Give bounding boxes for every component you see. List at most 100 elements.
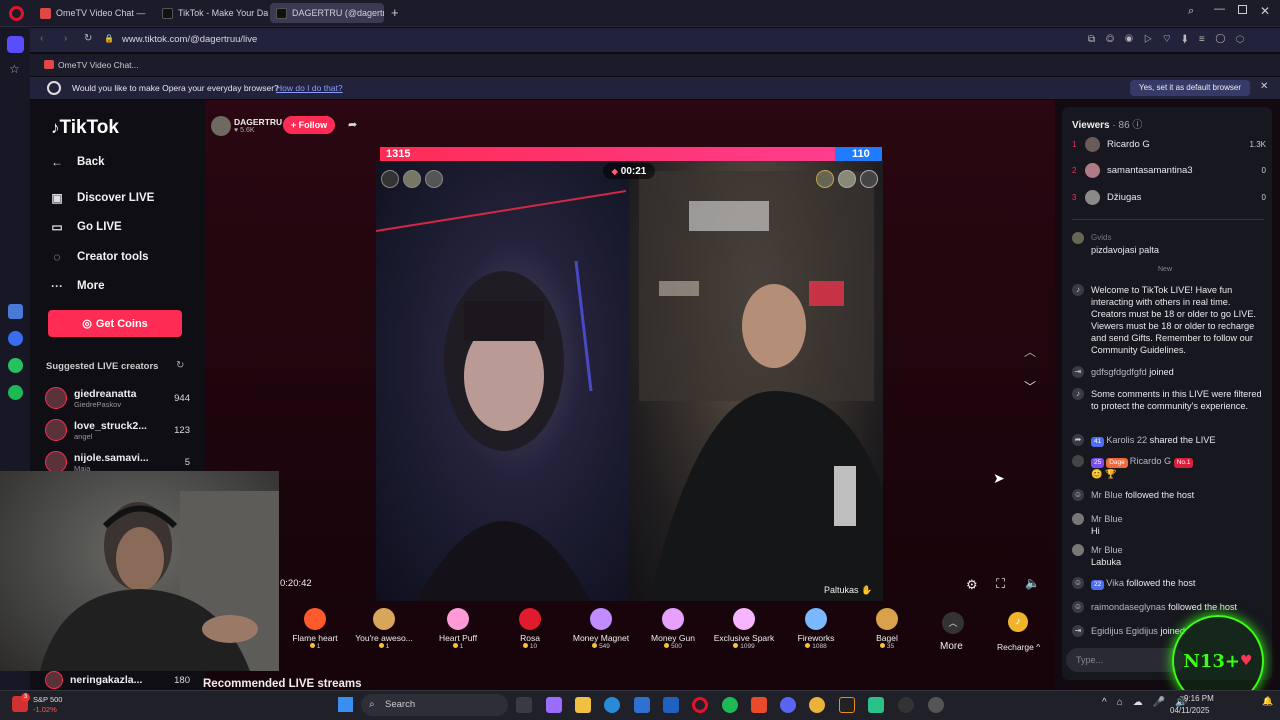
viewer-row[interactable]: 2 samantasamantina3 0 bbox=[1072, 159, 1266, 181]
close-infobar-icon[interactable]: ✕ bbox=[1260, 81, 1268, 92]
tiktok-logo[interactable]: ♪TikTok bbox=[51, 117, 119, 139]
whatsapp-icon[interactable] bbox=[8, 358, 23, 373]
app-icon[interactable] bbox=[839, 697, 855, 713]
taskbar-search[interactable]: ⌕ Search bbox=[361, 694, 508, 716]
nav-creator-tools[interactable]: ◌ Creator tools bbox=[50, 250, 148, 264]
fullscreen-icon[interactable]: ⛶ bbox=[996, 576, 1005, 592]
aria-icon[interactable] bbox=[8, 304, 23, 319]
spotify-taskbar-icon[interactable] bbox=[722, 697, 738, 713]
chat-user[interactable]: Egidijus Egidijus bbox=[1091, 626, 1158, 636]
supporter-avatar[interactable] bbox=[838, 170, 856, 188]
tab-tiktok[interactable]: TikTok - Make Your Day bbox=[156, 3, 268, 23]
close-window-icon[interactable]: ✕ bbox=[1260, 4, 1270, 18]
viewer-row[interactable]: 1 Ricardo G 1.3K bbox=[1072, 133, 1266, 155]
tab-dagertru[interactable]: DAGERTRU (@dagertr… bbox=[270, 3, 384, 23]
host-avatar[interactable] bbox=[211, 116, 231, 136]
suggested-creator[interactable]: neringakazla... 180 bbox=[45, 670, 190, 690]
settings-icon[interactable] bbox=[928, 697, 944, 713]
gift-heart-puff[interactable]: Heart Puff 1 bbox=[424, 608, 492, 650]
chat-user[interactable]: Vika bbox=[1106, 578, 1124, 588]
search-tabs-icon[interactable]: ⌕ bbox=[1188, 5, 1194, 18]
nav-more[interactable]: ··· More bbox=[50, 279, 104, 293]
windows-start-icon[interactable] bbox=[338, 697, 353, 712]
previous-stream-icon[interactable]: ︿ bbox=[1024, 343, 1036, 360]
spotify-icon[interactable] bbox=[8, 385, 23, 400]
home-icon[interactable] bbox=[7, 36, 24, 53]
gift-youre-awesome[interactable]: You're aweso... 1 bbox=[350, 608, 418, 650]
back-button[interactable]: ← Back bbox=[50, 155, 105, 169]
reload-icon[interactable]: ↻ bbox=[84, 33, 92, 44]
suggested-creator[interactable]: love_struck2... angel 123 bbox=[45, 415, 190, 445]
supporter-avatar[interactable] bbox=[403, 170, 421, 188]
opera-taskbar-icon[interactable] bbox=[692, 697, 708, 713]
chat-input[interactable]: Type... bbox=[1066, 648, 1186, 672]
host-name[interactable]: DAGERTRU bbox=[234, 117, 282, 127]
opera-gx-icon[interactable] bbox=[751, 697, 767, 713]
next-stream-icon[interactable]: ﹀ bbox=[1024, 378, 1036, 395]
more-gifts-label[interactable]: More bbox=[940, 641, 963, 652]
share-icon[interactable]: ➦ bbox=[348, 118, 357, 131]
gift-fireworks[interactable]: Fireworks 1088 bbox=[782, 608, 850, 650]
refresh-icon[interactable]: ↻ bbox=[176, 360, 184, 371]
bookmark-ometv[interactable]: OmeTV Video Chat... bbox=[58, 60, 139, 70]
messenger-icon[interactable] bbox=[8, 331, 23, 346]
forward-arrow-icon[interactable]: › bbox=[64, 33, 67, 44]
gift-bagel[interactable]: Bagel 35 bbox=[853, 608, 921, 650]
chat-user[interactable]: Mr Blue bbox=[1091, 490, 1123, 500]
viewer-row[interactable]: 3 Džiugas 0 bbox=[1072, 186, 1266, 208]
notification-icon[interactable]: 🔔 bbox=[1262, 696, 1273, 707]
chat-user[interactable]: Gvids bbox=[1091, 232, 1159, 244]
sp500-label[interactable]: S&P 500 bbox=[33, 695, 62, 704]
chat-user[interactable]: Ricardo G bbox=[1130, 456, 1171, 466]
opera-logo-icon[interactable] bbox=[9, 6, 24, 21]
recharge-button[interactable]: Recharge ^ bbox=[997, 642, 1040, 652]
minimize-icon[interactable]: — bbox=[1214, 3, 1225, 15]
store-icon[interactable] bbox=[634, 697, 650, 713]
maximize-icon[interactable] bbox=[1238, 5, 1247, 14]
chat-user[interactable]: gdfsgfdgdfgfd bbox=[1091, 367, 1147, 377]
get-coins-button[interactable]: ◎ Get Coins bbox=[48, 310, 182, 337]
address-toolbar-icons[interactable]: ⧉◎◉▷♡⬇≡◯⬡ bbox=[1088, 34, 1255, 45]
chat-user[interactable]: Mr Blue bbox=[1091, 544, 1123, 556]
file-explorer-icon[interactable] bbox=[575, 697, 591, 713]
chat-user[interactable]: Mr Blue bbox=[1091, 513, 1123, 525]
supporter-avatar[interactable] bbox=[816, 170, 834, 188]
follow-button[interactable]: + Follow bbox=[283, 116, 335, 134]
system-tray-icons[interactable]: ^⌂☁🎤🔊 bbox=[1102, 697, 1198, 708]
gift-money-magnet[interactable]: Money Magnet 549 bbox=[567, 608, 635, 650]
avatar bbox=[1072, 232, 1084, 244]
volume-icon[interactable]: 🔈 bbox=[1025, 576, 1040, 590]
outlook-icon[interactable] bbox=[663, 697, 679, 713]
chrome-icon[interactable] bbox=[809, 697, 825, 713]
gift-money-gun[interactable]: Money Gun 500 bbox=[639, 608, 707, 650]
back-arrow-icon[interactable]: ‹ bbox=[40, 33, 43, 44]
chat-user[interactable]: raimondaseglynas bbox=[1091, 602, 1166, 612]
set-default-button[interactable]: Yes, set it as default browser bbox=[1130, 80, 1250, 96]
copilot-icon[interactable] bbox=[546, 697, 562, 713]
supporter-avatar[interactable] bbox=[381, 170, 399, 188]
tab-ometv[interactable]: OmeTV Video Chat — Or… bbox=[34, 3, 146, 23]
edge-icon[interactable] bbox=[604, 697, 620, 713]
gift-rosa[interactable]: Rosa 10 bbox=[496, 608, 564, 650]
discord-icon[interactable] bbox=[780, 697, 796, 713]
supporter-avatar[interactable] bbox=[860, 170, 878, 188]
settings-gear-icon[interactable]: ⚙ bbox=[966, 577, 978, 593]
info-icon[interactable]: ⓘ bbox=[1132, 120, 1142, 131]
url-field[interactable]: www.tiktok.com/@dagertruu/live bbox=[122, 34, 257, 45]
more-gifts-icon[interactable]: ︿ bbox=[942, 612, 964, 634]
infobar-help-link[interactable]: How do I do that? bbox=[276, 83, 343, 93]
nav-go-live[interactable]: ▭ Go LIVE bbox=[50, 220, 121, 234]
new-tab-icon[interactable]: + bbox=[391, 5, 399, 20]
gift-flame-heart[interactable]: Flame heart 1 bbox=[281, 608, 349, 650]
coin-icon: ◎ bbox=[82, 318, 92, 330]
chat-user[interactable]: Karolis 22 bbox=[1106, 435, 1147, 445]
recharge-coin-icon[interactable]: ♪ bbox=[1008, 612, 1028, 632]
nav-discover-live[interactable]: ▣ Discover LIVE bbox=[50, 191, 154, 205]
suggested-creator[interactable]: giedreanatta GiedrePaskov 944 bbox=[45, 383, 190, 413]
task-view-icon[interactable] bbox=[516, 697, 532, 713]
star-icon[interactable]: ☆ bbox=[9, 62, 20, 76]
app-icon[interactable] bbox=[868, 697, 884, 713]
supporter-avatar[interactable] bbox=[425, 170, 443, 188]
app-icon[interactable] bbox=[898, 697, 914, 713]
gift-exclusive-spark[interactable]: Exclusive Spark 1099 bbox=[710, 608, 778, 650]
